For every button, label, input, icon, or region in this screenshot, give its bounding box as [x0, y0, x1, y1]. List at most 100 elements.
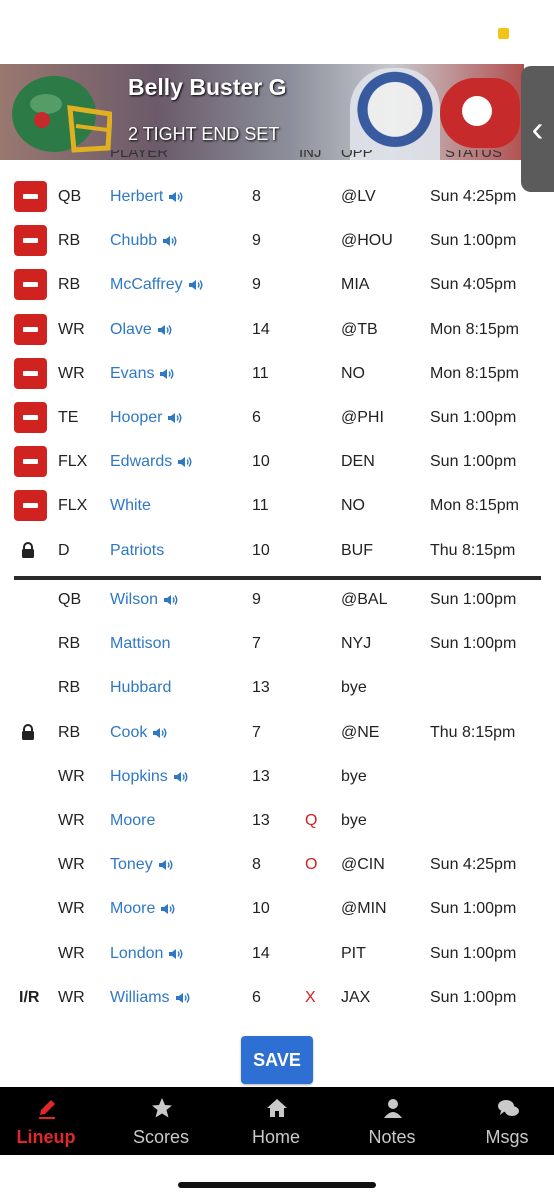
number-cell: 11 — [252, 365, 269, 383]
number-cell-text: 13 — [252, 768, 270, 785]
chat-bubbles-icon — [498, 1100, 519, 1116]
remove-player-button[interactable] — [14, 181, 47, 212]
table-row: WR Hopkins 13 bye — [0, 756, 554, 800]
speaker-icon[interactable] — [168, 948, 184, 960]
position-cell-text: WR — [58, 900, 85, 917]
tab-lineup[interactable]: Lineup — [0, 1087, 101, 1155]
status-cell: Sun 4:25pm — [430, 188, 516, 206]
number-cell: 13 — [252, 812, 270, 830]
player-link[interactable]: Cook — [110, 724, 168, 742]
lock-icon — [22, 542, 34, 558]
remove-player-button[interactable] — [14, 402, 47, 433]
opponent-cell-text: @LV — [341, 188, 376, 205]
number-cell: 6 — [252, 989, 261, 1007]
position-cell-text: FLX — [58, 453, 88, 470]
remove-player-button[interactable] — [14, 269, 47, 300]
player-link[interactable]: Moore — [110, 900, 176, 918]
speaker-icon[interactable] — [163, 594, 179, 606]
player-link[interactable]: Hubbard — [110, 679, 171, 697]
status-cell: Thu 8:15pm — [430, 542, 515, 560]
header-status: STATUS — [445, 150, 502, 161]
position-cell-text: WR — [58, 768, 85, 785]
play-subtitle: 2 TIGHT END SET — [128, 124, 280, 144]
side-drawer-handle[interactable]: ‹ — [521, 66, 554, 192]
number-cell: 11 — [252, 497, 269, 515]
player-link[interactable]: Wilson — [110, 591, 179, 609]
speaker-icon[interactable] — [162, 235, 178, 247]
opponent-cell: MIA — [341, 276, 369, 294]
position-cell: WR — [58, 321, 85, 339]
opponent-cell-text: NO — [341, 365, 365, 382]
position-cell: WR — [58, 945, 85, 963]
position-cell: RB — [58, 276, 80, 294]
player-link[interactable]: Olave — [110, 321, 173, 339]
position-cell-text: WR — [58, 812, 85, 829]
player-link[interactable]: Williams — [110, 989, 191, 1007]
player-link[interactable]: London — [110, 945, 184, 963]
speaker-icon[interactable] — [158, 859, 174, 871]
home-indicator — [178, 1182, 376, 1188]
player-link[interactable]: Hopkins — [110, 768, 189, 786]
player-link[interactable]: McCaffrey — [110, 276, 204, 294]
status-cell: Sun 4:05pm — [430, 276, 516, 294]
position-cell-text: WR — [58, 945, 85, 962]
position-cell: WR — [58, 365, 85, 383]
opponent-cell: DEN — [341, 453, 375, 471]
player-link[interactable]: Herbert — [110, 188, 184, 206]
save-button[interactable]: SAVE — [241, 1036, 313, 1084]
player-link-text: London — [110, 945, 164, 962]
speaker-icon[interactable] — [177, 456, 193, 468]
tab-scores[interactable]: Scores — [106, 1087, 216, 1155]
remove-player-button[interactable] — [14, 225, 47, 256]
speaker-icon[interactable] — [157, 324, 173, 336]
opponent-cell-text: bye — [341, 812, 367, 829]
remove-player-button[interactable] — [14, 490, 47, 521]
player-link[interactable]: Patriots — [110, 542, 164, 560]
status-cell: Sun 1:00pm — [430, 409, 516, 427]
remove-player-button[interactable] — [14, 446, 47, 477]
tab-home[interactable]: Home — [221, 1087, 331, 1155]
play-title: Belly Buster G — [128, 74, 287, 100]
opponent-cell: NYJ — [341, 635, 371, 653]
player-link[interactable]: Evans — [110, 365, 175, 383]
speaker-icon[interactable] — [173, 771, 189, 783]
speaker-icon[interactable] — [167, 412, 183, 424]
player-link[interactable]: Chubb — [110, 232, 178, 250]
player-link[interactable]: Mattison — [110, 635, 170, 653]
speaker-icon[interactable] — [159, 368, 175, 380]
player-link-text: Wilson — [110, 591, 159, 608]
speaker-icon[interactable] — [188, 279, 204, 291]
player-link[interactable]: Edwards — [110, 453, 193, 471]
lock-icon — [22, 724, 34, 740]
position-cell-text: TE — [58, 409, 79, 426]
speaker-icon[interactable] — [175, 992, 191, 1004]
position-cell: WR — [58, 900, 85, 918]
number-cell: 7 — [252, 724, 261, 742]
status-cell: Sun 1:00pm — [430, 232, 516, 250]
tab-label: Notes — [368, 1127, 416, 1147]
green-helmet-image — [12, 76, 112, 153]
header-player: PLAYER — [110, 150, 169, 161]
injury-cell: O — [305, 856, 317, 874]
speaker-icon[interactable] — [160, 903, 176, 915]
speaker-icon[interactable] — [152, 727, 168, 739]
status-cell-text: Mon 8:15pm — [430, 365, 519, 382]
speaker-icon[interactable] — [168, 191, 184, 203]
number-cell: 14 — [252, 945, 270, 963]
remove-player-button[interactable] — [14, 358, 47, 389]
player-link[interactable]: Hooper — [110, 409, 183, 427]
tab-label: Lineup — [16, 1127, 76, 1147]
player-link[interactable]: Moore — [110, 812, 155, 830]
number-cell: 13 — [252, 768, 270, 786]
player-link[interactable]: Toney — [110, 856, 174, 874]
opponent-cell-text: MIA — [341, 276, 370, 293]
injury-cell-text: X — [305, 989, 316, 1006]
number-cell-text: 10 — [252, 453, 270, 470]
opponent-cell: BUF — [341, 542, 373, 560]
remove-player-button[interactable] — [14, 314, 47, 345]
table-row: RB McCaffrey 9 MIA Sun 4:05pm — [0, 264, 554, 308]
number-cell: 7 — [252, 635, 261, 653]
tab-msgs[interactable]: Msgs — [452, 1087, 554, 1155]
tab-notes[interactable]: Notes — [337, 1087, 447, 1155]
player-link[interactable]: White — [110, 497, 151, 515]
